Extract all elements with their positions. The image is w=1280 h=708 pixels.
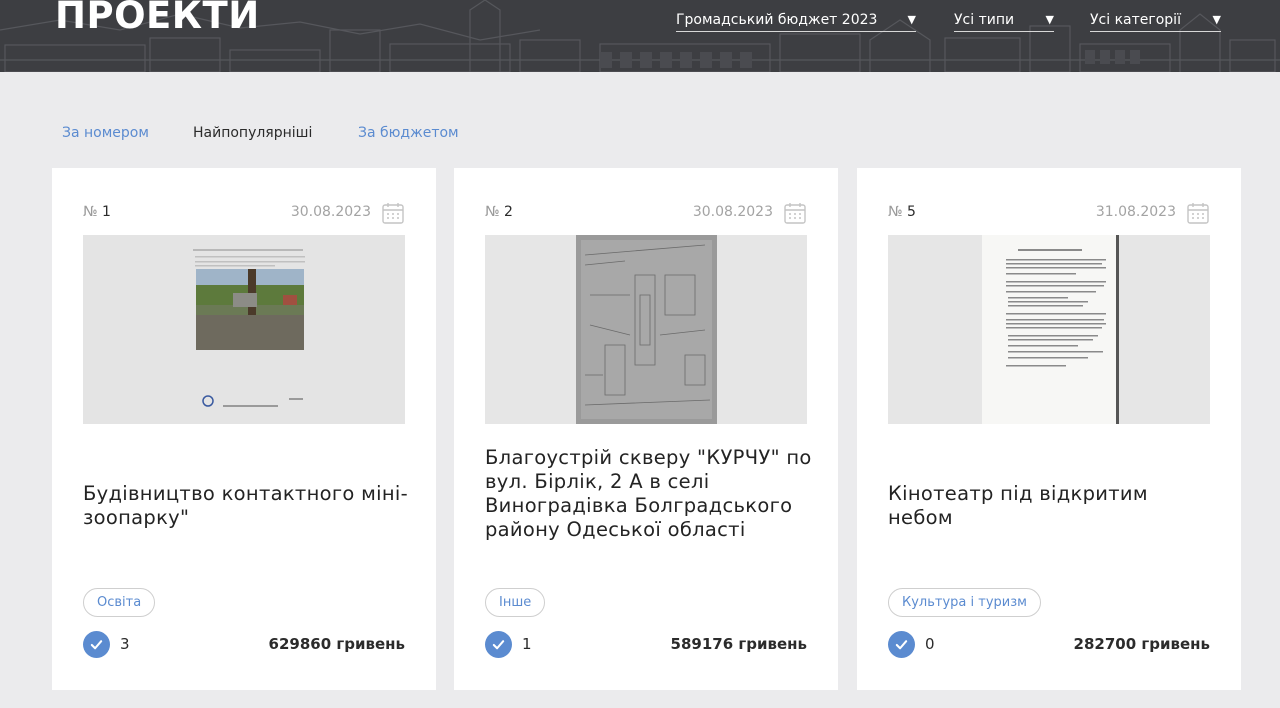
category-filter-label: Усі категорії [1090,11,1181,28]
sort-most-popular[interactable]: Найпопулярніші [193,125,312,141]
project-title[interactable]: Благоустрій скверу "КУРЧУ" по вул. Бірлі… [485,446,815,542]
project-card[interactable]: № 5 31.08.2023 Кінотеатр під відкритим н… [857,168,1241,690]
chevron-down-icon: ▼ [1212,13,1221,26]
project-date: 31.08.2023 [1095,204,1176,220]
category-tag[interactable]: Інше [485,588,546,617]
vote-count: 1 [522,635,532,653]
category-tag[interactable]: Культура і туризм [888,588,1041,617]
vote-check-icon[interactable] [485,631,512,658]
calendar-icon [1187,203,1209,224]
document-photo-thumbnail [83,235,405,424]
project-image[interactable] [83,235,405,424]
budget-year-filter-label: Громадський бюджет 2023 [676,11,878,28]
type-filter[interactable]: Усі типи ▼ [954,8,1054,32]
project-title[interactable]: Будівництво контактного міні-зоопарку" [83,482,413,530]
sort-by-number[interactable]: За номером [62,125,149,141]
sort-by-budget[interactable]: За бюджетом [358,125,459,141]
project-card[interactable]: № 1 30.08.2023 Будівництво контактного м… [52,168,436,690]
project-number: № 2 [485,204,513,220]
project-budget: 282700 гривень [1073,635,1210,653]
project-title[interactable]: Кінотеатр під відкритим небом [888,482,1218,530]
calendar-icon [784,203,806,224]
project-date: 30.08.2023 [692,204,773,220]
page-header: ПРОЕКТИ Громадський бюджет 2023 ▼ Усі ти… [0,0,1280,72]
project-budget: 589176 гривень [670,635,807,653]
chevron-down-icon: ▼ [1045,13,1054,26]
vote-count: 0 [925,635,935,653]
site-plan-thumbnail [485,235,807,424]
chevron-down-icon: ▼ [907,13,916,26]
vote-count: 3 [120,635,130,653]
project-card[interactable]: № 2 30.08.2023 Благоустрій скверу "КУРЧУ… [454,168,838,690]
vote-check-icon[interactable] [888,631,915,658]
project-budget: 629860 гривень [268,635,405,653]
project-number: № 1 [83,204,111,220]
page-title: ПРОЕКТИ [55,0,260,37]
category-filter[interactable]: Усі категорії ▼ [1090,8,1221,32]
project-image[interactable] [485,235,807,424]
text-document-thumbnail [888,235,1210,424]
budget-year-filter[interactable]: Громадський бюджет 2023 ▼ [676,8,916,32]
category-tag[interactable]: Освіта [83,588,156,617]
calendar-icon [382,203,404,224]
project-date: 30.08.2023 [290,204,371,220]
vote-check-icon[interactable] [83,631,110,658]
type-filter-label: Усі типи [954,11,1015,28]
project-number: № 5 [888,204,916,220]
project-image[interactable] [888,235,1210,424]
